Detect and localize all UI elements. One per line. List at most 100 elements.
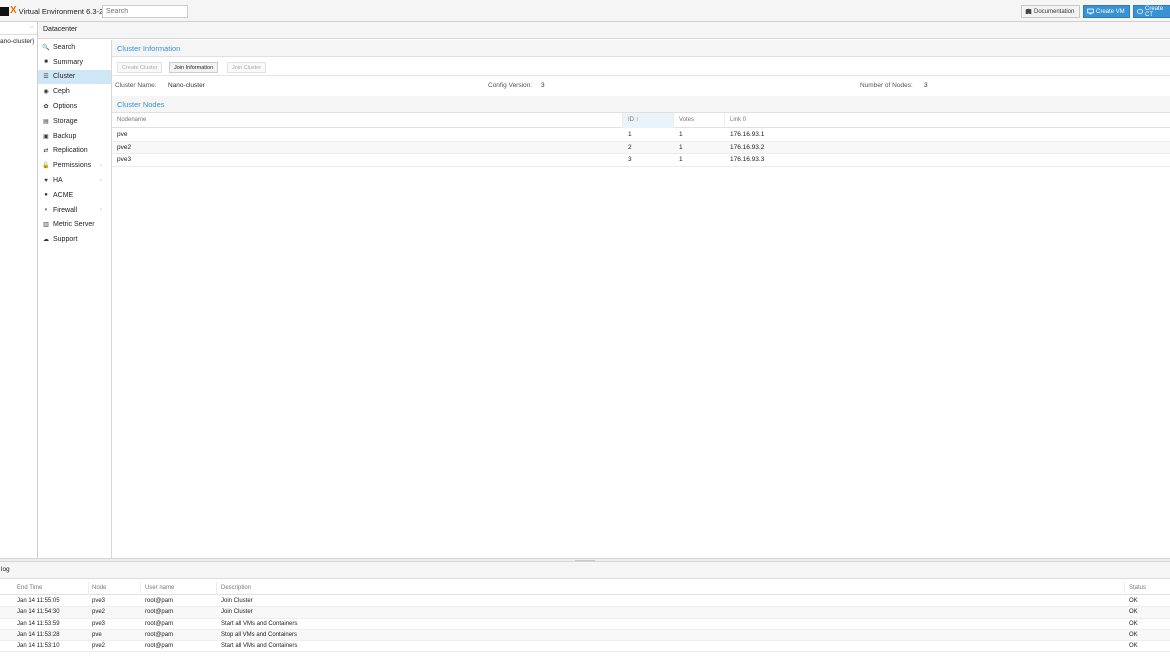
table-row[interactable]: pve2 2 1 176.16.93.2 bbox=[112, 141, 1170, 154]
nav-item-options[interactable]: ✿ Options bbox=[38, 99, 111, 114]
tree-view-selector[interactable]: ⌵ bbox=[0, 22, 37, 35]
floppy-icon: ▣ bbox=[43, 133, 49, 140]
task-log-panel: log End Time Node User name Description … bbox=[0, 562, 1170, 663]
chevron-right-icon: › bbox=[100, 207, 102, 214]
table-row[interactable]: pve 1 1 176.16.93.1 bbox=[112, 129, 1170, 142]
create-cluster-button[interactable]: Create Cluster bbox=[117, 62, 163, 73]
cell-status: OK bbox=[1129, 609, 1138, 616]
comments-icon: ☁ bbox=[43, 237, 49, 244]
nav-item-label: HA bbox=[53, 177, 63, 185]
cell-nodename: pve bbox=[117, 131, 128, 138]
cell-description: Join Cluster bbox=[221, 609, 253, 616]
cell-link0: 176.16.93.1 bbox=[730, 131, 765, 138]
bar-chart-icon: ▥ bbox=[43, 222, 49, 229]
cell-end-time: Jan 14 11:54:30 bbox=[17, 609, 60, 616]
list-item[interactable]: Jan 14 11:54:30 pve2 root@pam Join Cluster O… bbox=[0, 607, 1170, 619]
cluster-toolbar: Create Cluster Join Information Join Clu… bbox=[112, 59, 1170, 76]
join-information-button[interactable]: Join Information bbox=[169, 62, 219, 73]
create-vm-button[interactable]: Create VM bbox=[1083, 5, 1130, 18]
table-row[interactable]: pve3 3 1 176.16.93.3 bbox=[112, 154, 1170, 167]
chevron-down-icon: ⌵ bbox=[29, 24, 34, 30]
ceph-icon: ◉ bbox=[43, 89, 49, 96]
config-version-value: 3 bbox=[541, 82, 545, 89]
page-title: Datacenter bbox=[38, 22, 1170, 39]
cube-icon bbox=[1137, 8, 1143, 15]
cluster-name-label: Cluster Name: bbox=[115, 82, 157, 89]
nav-item-permissions[interactable]: 🔓 Permissions › bbox=[38, 158, 111, 173]
create-ct-label: Create CT bbox=[1145, 5, 1164, 18]
cell-node: pve3 bbox=[92, 620, 106, 627]
column-header-nodename[interactable]: Nodename bbox=[112, 113, 623, 128]
number-of-nodes-value: 3 bbox=[924, 82, 928, 89]
top-bar: X Virtual Environment 6.3-2 Documentatio… bbox=[0, 0, 1170, 22]
database-icon: ▤ bbox=[43, 118, 49, 125]
tree-node-datacenter[interactable]: ano-cluster) bbox=[0, 38, 34, 45]
column-header-description[interactable]: Description bbox=[221, 585, 251, 591]
column-header-node[interactable]: Node bbox=[92, 585, 106, 591]
book-icon: ■ bbox=[44, 59, 48, 66]
nav-item-support[interactable]: ☁ Support bbox=[38, 232, 111, 247]
nav-item-replication[interactable]: ⇄ Replication bbox=[38, 144, 111, 159]
nav-item-label: Storage bbox=[53, 117, 78, 125]
cluster-info-row: Cluster Name: Nano-cluster Config Versio… bbox=[112, 78, 1170, 93]
cell-user: root@pam bbox=[145, 609, 174, 616]
nav-item-ha[interactable]: ♥ HA › bbox=[38, 173, 111, 188]
nav-item-label: Replication bbox=[53, 147, 88, 155]
logo-mark-icon bbox=[0, 6, 9, 16]
cell-description: Join Cluster bbox=[221, 598, 253, 604]
logo-x-icon: X bbox=[10, 5, 17, 16]
cluster-nodes-title: Cluster Nodes bbox=[112, 96, 1170, 113]
nav-item-acme[interactable]: ● ACME bbox=[38, 188, 111, 203]
config-version-label: Config Version: bbox=[488, 82, 533, 89]
nav-item-cluster[interactable]: ☰ Cluster bbox=[38, 69, 111, 85]
nav-item-storage[interactable]: ▤ Storage bbox=[38, 114, 111, 129]
column-header-status[interactable]: Status bbox=[1129, 585, 1146, 591]
column-header-user[interactable]: User name bbox=[145, 585, 174, 591]
app-title: Virtual Environment 6.3-2 bbox=[18, 6, 104, 16]
resource-tree: ⌵ ano-cluster) bbox=[0, 22, 38, 558]
cell-node: pve2 bbox=[92, 609, 106, 616]
cell-node: pve2 bbox=[92, 643, 106, 650]
search-input[interactable] bbox=[102, 5, 188, 18]
nav-item-backup[interactable]: ▣ Backup bbox=[38, 129, 111, 144]
column-header-id[interactable]: ID ↑ bbox=[623, 113, 674, 128]
nav-item-ceph[interactable]: ◉ Ceph bbox=[38, 84, 111, 99]
unlock-icon: 🔓 bbox=[42, 163, 50, 170]
list-item[interactable]: Jan 14 11:53:10 pve2 root@pam Start all VMs… bbox=[0, 641, 1170, 653]
splitter-grip[interactable] bbox=[575, 560, 595, 561]
cell-link0: 176.16.93.3 bbox=[730, 156, 765, 163]
app-window: X Virtual Environment 6.3-2 Documentatio… bbox=[0, 0, 1170, 663]
join-cluster-button[interactable]: Join Cluster bbox=[227, 62, 267, 73]
cell-id: 1 bbox=[628, 131, 632, 138]
gear-icon: ✿ bbox=[43, 104, 49, 111]
list-item[interactable]: Jan 14 11:53:59 pve3 root@pam Start all VMs… bbox=[0, 619, 1170, 630]
nav-item-firewall[interactable]: ◗ Firewall › bbox=[38, 203, 111, 218]
nav-item-label: Firewall bbox=[53, 206, 78, 214]
proxmox-logo[interactable]: X Virtual Environment 6.3-2 bbox=[0, 5, 103, 17]
cell-id: 2 bbox=[628, 143, 632, 151]
retweet-icon: ⇄ bbox=[43, 148, 49, 155]
task-log-header: End Time Node User name Description Stat… bbox=[0, 582, 1170, 595]
create-vm-label: Create VM bbox=[1096, 8, 1125, 15]
documentation-button[interactable]: Documentation bbox=[1021, 5, 1080, 18]
column-header-link0[interactable]: Link 0 bbox=[725, 113, 1170, 128]
column-header-end-time[interactable]: End Time bbox=[17, 585, 42, 591]
nav-item-label: Permissions bbox=[53, 162, 92, 170]
nav-item-metric-server[interactable]: ▥ Metric Server bbox=[38, 218, 111, 233]
nav-item-label: Metric Server bbox=[53, 221, 95, 229]
cell-id: 3 bbox=[628, 156, 632, 163]
cell-status: OK bbox=[1129, 598, 1138, 604]
list-item[interactable]: Jan 14 11:53:28 pve root@pam Stop all VMs a… bbox=[0, 629, 1170, 642]
nav-item-label: Options bbox=[53, 103, 78, 111]
column-header-votes[interactable]: Votes bbox=[674, 113, 725, 128]
chevron-right-icon: › bbox=[100, 177, 102, 184]
shield-icon: ◗ bbox=[44, 207, 48, 214]
create-ct-button[interactable]: Create CT bbox=[1133, 5, 1170, 18]
nav-item-search[interactable]: 🔍 Search bbox=[38, 40, 111, 55]
cell-votes: 1 bbox=[679, 131, 683, 138]
list-item[interactable]: Jan 14 11:55:05 pve3 root@pam Join Cluster O… bbox=[0, 596, 1170, 608]
nav-item-summary[interactable]: ■ Summary bbox=[38, 55, 111, 70]
cluster-nodes-header: Nodename ID ↑ Votes Link 0 bbox=[112, 113, 1170, 128]
nav-item-label: Cluster bbox=[53, 73, 76, 81]
cell-status: OK bbox=[1129, 631, 1138, 638]
